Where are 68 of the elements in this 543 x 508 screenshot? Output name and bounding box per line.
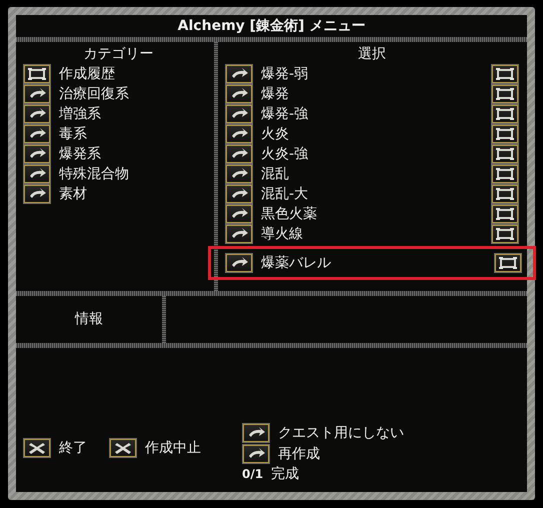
recipe-label: 導火線 [261,225,304,243]
list-button[interactable] [491,84,519,104]
list-button[interactable] [491,224,519,244]
recipe-row[interactable]: 混乱-大 [220,184,526,204]
recipe-label: 混乱-大 [261,185,310,203]
arrow-button[interactable] [242,422,270,442]
option-label: クエスト用にしない [278,424,404,442]
category-label: 治療回復系 [59,85,129,103]
recipe-row[interactable]: 火炎 [220,124,526,144]
arrow-button[interactable] [23,144,51,164]
info-label: 情報 [74,310,104,329]
arrow-button[interactable] [225,144,253,164]
list-button[interactable] [491,204,519,224]
action-label: 終了 [59,439,87,457]
action-label: 作成中止 [145,439,201,457]
arrow-button[interactable] [225,64,253,84]
recipe-label: 火炎 [261,125,290,143]
recipe-label: 黒色火薬 [261,205,318,223]
list-button[interactable] [23,64,51,84]
arrow-button[interactable] [242,444,270,464]
arrow-button[interactable] [23,184,51,204]
arrow-button[interactable] [225,164,253,184]
list-button[interactable] [491,124,519,144]
progress-count: 0/1 [242,467,264,481]
recipe-row[interactable]: 黒色火薬 [220,204,526,224]
list-button[interactable] [491,104,519,124]
category-label: 特殊混合物 [59,165,129,183]
recipe-row[interactable]: 混乱 [220,164,526,184]
category-label: 爆発系 [59,145,101,163]
option-label: 再作成 [278,444,320,462]
arrow-button[interactable] [23,164,51,184]
category-label: 素材 [59,185,87,203]
recipe-row[interactable]: 爆発-強 [220,104,526,124]
list-button[interactable] [494,253,522,273]
arrow-button[interactable] [23,124,51,144]
column-heading: 選択 [357,45,387,64]
arrow-button[interactable] [225,224,253,244]
list-button[interactable] [491,64,519,84]
close-button[interactable] [109,438,137,458]
recipe-label: 爆発-弱 [261,65,310,83]
list-button[interactable] [491,184,519,204]
category-label: 作成履歴 [59,65,115,83]
arrow-button[interactable] [225,124,253,144]
close-button[interactable] [23,438,51,458]
recipe-label: 爆発 [261,85,290,103]
recipe-row[interactable]: 火炎-強 [220,144,526,164]
window-title: Alchemy [錬金術] メニュー [176,17,366,36]
arrow-button[interactable] [225,104,253,124]
recipe-row[interactable]: 爆発 [220,84,526,104]
selected-row[interactable]: 爆薬バレル [210,248,534,278]
category-label: 増強系 [59,105,101,123]
recipe-label: 火炎-強 [261,145,310,163]
list-button[interactable] [491,144,519,164]
arrow-button[interactable] [225,253,253,273]
arrow-button[interactable] [225,184,253,204]
recipe-label: 爆薬バレル [261,254,332,272]
recipe-label: 混乱 [261,165,290,183]
arrow-button[interactable] [23,104,51,124]
arrow-button[interactable] [23,84,51,104]
category-label: 毒系 [59,125,87,143]
recipe-row[interactable]: 爆発-弱 [220,64,526,84]
recipe-row[interactable]: 導火線 [220,224,526,244]
arrow-button[interactable] [225,84,253,104]
progress-label: 完成 [271,465,300,483]
list-button[interactable] [491,164,519,184]
column-heading: カテゴリー [82,45,154,64]
recipe-label: 爆発-強 [261,105,310,123]
arrow-button[interactable] [225,204,253,224]
